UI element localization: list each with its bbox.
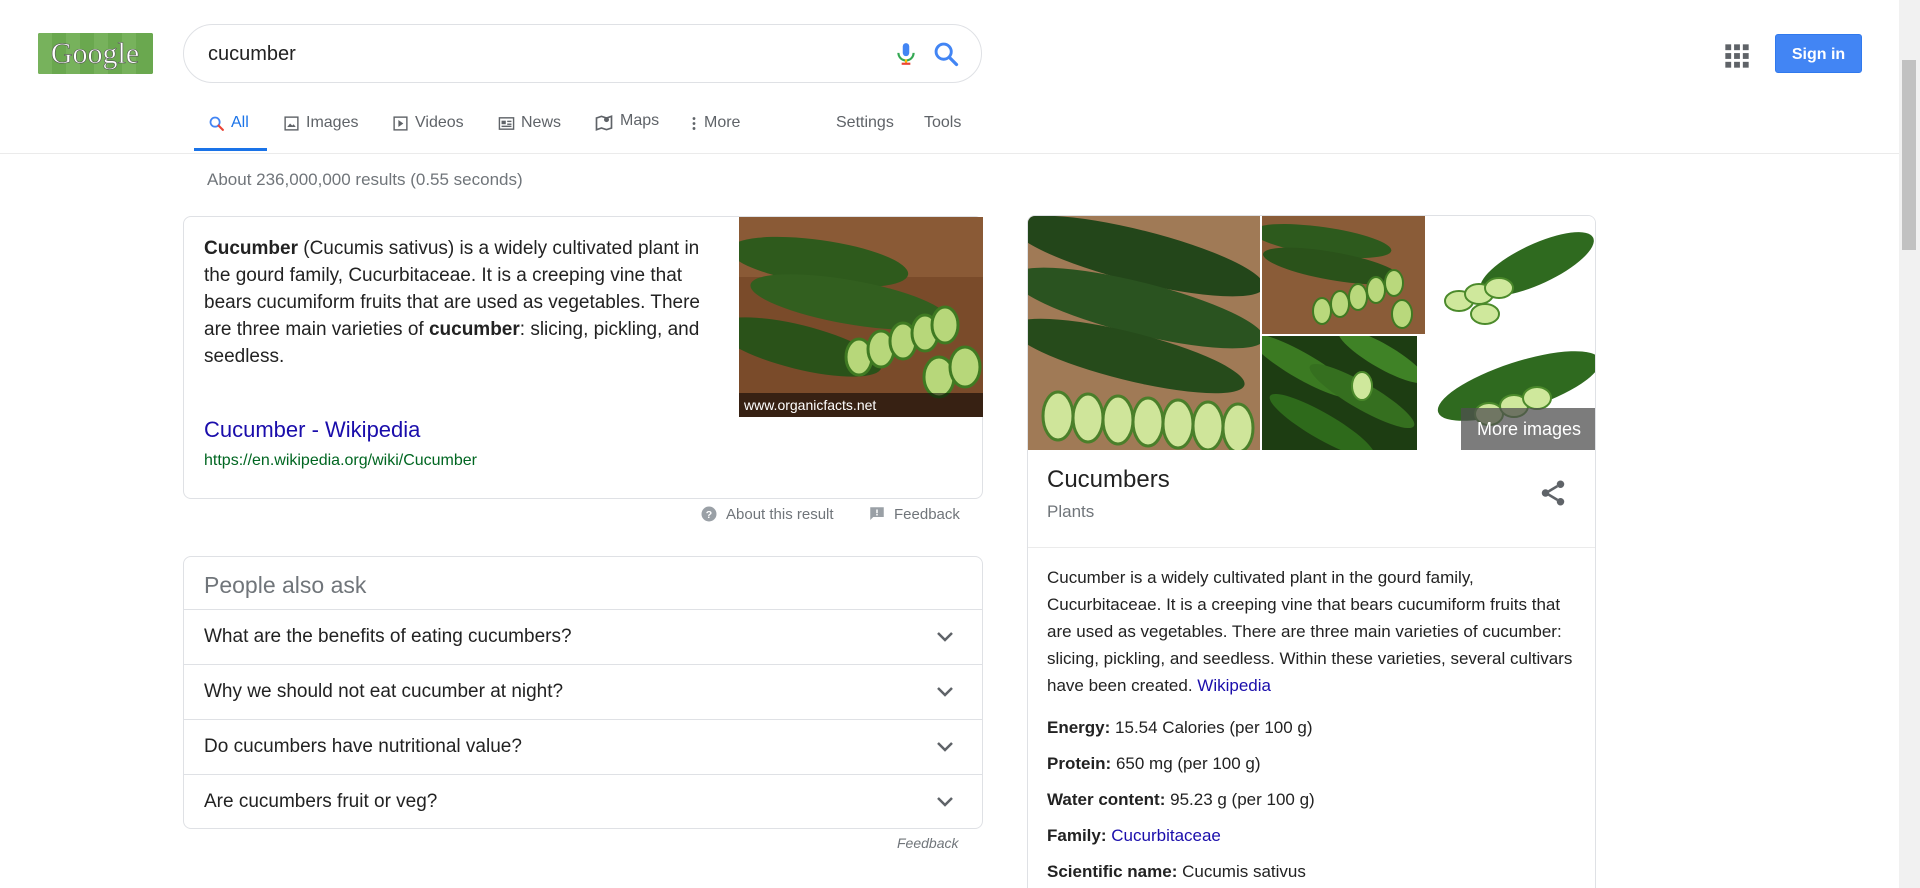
kp-source-link[interactable]: Wikipedia: [1197, 676, 1271, 695]
tab-videos[interactable]: Videos: [392, 114, 464, 156]
tabs-divider: [0, 153, 1900, 154]
kp-fact-water: Water content: 95.23 g (per 100 g): [1047, 790, 1315, 809]
tab-news[interactable]: News: [498, 114, 561, 156]
knowledge-panel: More images Cucumbers Plants Cucumber is…: [1027, 215, 1596, 888]
tab-more[interactable]: More: [690, 114, 740, 156]
news-icon: [498, 117, 515, 130]
tab-settings[interactable]: Settings: [836, 114, 894, 156]
kp-title: Cucumbers: [1047, 466, 1170, 493]
active-tab-indicator: [194, 148, 267, 151]
more-vert-icon: [692, 117, 696, 130]
kp-image[interactable]: [1427, 216, 1595, 334]
microphone-icon[interactable]: [893, 41, 919, 67]
paa-question[interactable]: Why we should not eat cucumber at night?: [184, 664, 982, 719]
tab-label: Images: [306, 114, 359, 131]
page-scrollbar[interactable]: [1899, 0, 1920, 888]
kp-divider: [1028, 547, 1595, 548]
chevron-down-icon: [937, 742, 953, 752]
tab-label: All: [231, 114, 249, 131]
image-source-caption: www.organicfacts.net: [739, 393, 983, 417]
kp-image[interactable]: [1262, 216, 1425, 334]
paa-question[interactable]: Are cucumbers fruit or veg?: [184, 774, 982, 829]
map-icon: [595, 115, 613, 131]
kp-image[interactable]: [1262, 336, 1417, 450]
search-box[interactable]: [183, 24, 982, 83]
paa-question[interactable]: What are the benefits of eating cucumber…: [184, 609, 982, 664]
scrollbar-thumb[interactable]: [1902, 60, 1916, 250]
family-link[interactable]: Cucurbitaceae: [1111, 826, 1221, 845]
kp-fact-protein: Protein: 650 mg (per 100 g): [1047, 754, 1261, 773]
kp-fact-family: Family: Cucurbitaceae: [1047, 826, 1221, 845]
google-logo[interactable]: Google: [38, 33, 153, 74]
people-also-ask: People also ask What are the benefits of…: [183, 556, 983, 829]
feedback-label: Feedback: [894, 505, 960, 523]
chevron-down-icon: [937, 797, 953, 807]
search-submit-icon[interactable]: [932, 40, 960, 68]
tab-label: Maps: [620, 112, 660, 129]
chevron-down-icon: [937, 632, 953, 642]
kp-fact-energy: Energy: 15.54 Calories (per 100 g): [1047, 718, 1313, 737]
knowledge-panel-images[interactable]: More images: [1028, 216, 1595, 450]
about-this-result[interactable]: ? About this result: [700, 503, 834, 525]
search-icon: [209, 116, 224, 131]
tab-tools[interactable]: Tools: [924, 114, 961, 156]
wikipedia-link[interactable]: Cucumber - Wikipedia: [204, 417, 420, 443]
kp-subtitle: Plants: [1047, 502, 1095, 521]
tab-label: Videos: [415, 114, 464, 131]
image-icon: [284, 116, 299, 131]
help-icon: ?: [701, 506, 717, 522]
snippet-image[interactable]: www.organicfacts.net: [739, 217, 983, 417]
kp-fact-scientific-name: Scientific name: Cucumis sativus: [1047, 862, 1306, 881]
tab-maps[interactable]: Maps: [594, 112, 659, 154]
tab-label: News: [521, 114, 562, 131]
feedback-icon: [870, 507, 884, 520]
snippet-feedback[interactable]: Feedback: [868, 503, 960, 525]
paa-title: People also ask: [204, 572, 367, 598]
kp-description: Cucumber is a widely cultivated plant in…: [1047, 568, 1573, 695]
snippet-text: Cucumber (Cucumis sativus) is a widely c…: [204, 238, 701, 367]
logo-text: Google: [51, 37, 139, 70]
featured-snippet: Cucumber (Cucumis sativus) is a widely c…: [183, 216, 983, 499]
kp-image[interactable]: [1028, 216, 1260, 450]
tab-label: Settings: [836, 114, 894, 131]
paa-feedback-link[interactable]: Feedback: [897, 835, 958, 851]
apps-grid-icon[interactable]: [1723, 42, 1751, 70]
paa-question[interactable]: Do cucumbers have nutritional value?: [184, 719, 982, 774]
result-stats: About 236,000,000 results (0.55 seconds): [207, 170, 523, 189]
wikipedia-url: https://en.wikipedia.org/wiki/Cucumber: [204, 452, 478, 469]
sign-in-button[interactable]: Sign in: [1775, 34, 1862, 73]
tab-images[interactable]: Images: [283, 114, 358, 156]
svg-text:?: ?: [706, 509, 712, 521]
tab-label: Tools: [924, 114, 962, 131]
chevron-down-icon: [937, 687, 953, 697]
search-input[interactable]: [208, 41, 848, 67]
more-images-button[interactable]: More images: [1461, 408, 1595, 450]
video-icon: [393, 116, 408, 131]
tab-label: More: [704, 114, 741, 131]
about-label: About this result: [726, 505, 834, 523]
share-icon[interactable]: [1538, 478, 1568, 508]
